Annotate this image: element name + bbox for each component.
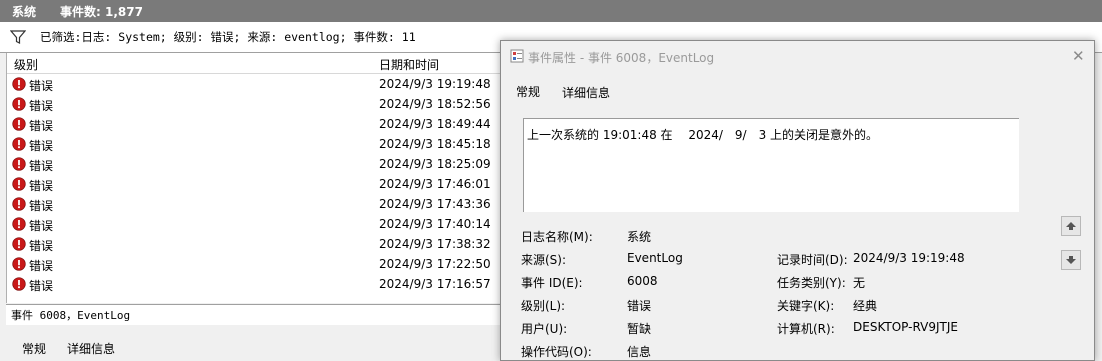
- event-list[interactable]: 级别 日期和时间 错误 2024/9/3 19:19:48 错误 2024/9/3 1…: [6, 53, 502, 303]
- table-row[interactable]: 错误 2024/9/3 19:19:48: [7, 74, 501, 94]
- row-datetime: 2024/9/3 18:49:44: [379, 117, 491, 131]
- row-datetime: 2024/9/3 17:46:01: [379, 177, 491, 191]
- selected-event-label: 事件 6008，EventLog: [11, 309, 131, 322]
- row-level: 错误: [29, 219, 54, 233]
- dialog-tab-general[interactable]: 常规: [516, 83, 540, 100]
- row-level: 错误: [29, 159, 54, 173]
- error-icon: [12, 217, 26, 231]
- event-rows: 错误 2024/9/3 19:19:48 错误 2024/9/3 18:52:56 错误…: [7, 74, 501, 294]
- log-title: 系统: [12, 4, 37, 19]
- event-properties-icon: [510, 49, 524, 63]
- error-icon: [12, 177, 26, 191]
- dialog-title-bar: 事件属性 - 事件 6008，EventLog ✕: [501, 41, 1094, 71]
- close-icon[interactable]: ✕: [1072, 47, 1085, 65]
- row-datetime: 2024/9/3 18:52:56: [379, 97, 491, 111]
- table-row[interactable]: 错误 2024/9/3 18:25:09: [7, 154, 501, 174]
- dialog-title: 事件属性 - 事件 6008，EventLog: [528, 51, 715, 65]
- list-header: 级别 日期和时间: [7, 53, 501, 74]
- row-datetime: 2024/9/3 18:25:09: [379, 157, 491, 171]
- opcode-label: 操作代码(O):: [521, 345, 592, 359]
- keywords-label: 关键字(K):: [777, 299, 835, 313]
- arrow-up-icon[interactable]: [1061, 216, 1081, 236]
- row-datetime: 2024/9/3 17:40:14: [379, 217, 491, 231]
- tab-general[interactable]: 常规: [22, 340, 46, 357]
- level-label: 级别(L):: [521, 299, 566, 313]
- table-row[interactable]: 错误 2024/9/3 17:22:50: [7, 254, 501, 274]
- level-value: 错误: [627, 299, 652, 313]
- task-category-value: 无: [853, 276, 866, 290]
- user-label: 用户(U):: [521, 322, 568, 336]
- tab-details[interactable]: 详细信息: [67, 340, 115, 357]
- row-level: 错误: [29, 239, 54, 253]
- source-value: EventLog: [627, 251, 683, 265]
- table-row[interactable]: 错误 2024/9/3 17:46:01: [7, 174, 501, 194]
- filter-description: 已筛选:日志: System; 级别: 错误; 来源: eventlog; 事件…: [40, 30, 416, 44]
- row-datetime: 2024/9/3 17:22:50: [379, 257, 491, 271]
- keywords-value: 经典: [853, 299, 878, 313]
- row-level: 错误: [29, 199, 54, 213]
- row-level: 错误: [29, 119, 54, 133]
- arrow-down-icon[interactable]: [1061, 250, 1081, 270]
- source-label: 来源(S):: [521, 253, 567, 267]
- row-datetime: 2024/9/3 17:43:36: [379, 197, 491, 211]
- opcode-value: 信息: [627, 345, 652, 359]
- log-name-label: 日志名称(M):: [521, 230, 593, 244]
- column-header-datetime[interactable]: 日期和时间: [379, 56, 439, 73]
- filter-icon: [10, 30, 26, 44]
- task-category-label: 任务类别(Y):: [777, 276, 846, 290]
- row-datetime: 2024/9/3 18:45:18: [379, 137, 491, 151]
- error-icon: [12, 77, 26, 91]
- error-icon: [12, 137, 26, 151]
- event-id-label: 事件 ID(E):: [521, 276, 583, 290]
- computer-value: DESKTOP-RV9JTJE: [853, 320, 958, 334]
- table-row[interactable]: 错误 2024/9/3 17:38:32: [7, 234, 501, 254]
- row-level: 错误: [29, 139, 54, 153]
- log-name-value: 系统: [627, 230, 652, 244]
- dialog-tab-details[interactable]: 详细信息: [562, 84, 610, 101]
- table-row[interactable]: 错误 2024/9/3 18:45:18: [7, 134, 501, 154]
- error-icon: [12, 97, 26, 111]
- row-level: 错误: [29, 79, 54, 93]
- error-icon: [12, 117, 26, 131]
- event-message-box[interactable]: 上一次系统的 19:01:48 在 2024/ 9/ 3 上的关闭是意外的。: [523, 118, 1019, 212]
- table-row[interactable]: 错误 2024/9/3 18:49:44: [7, 114, 501, 134]
- selected-event-bar: 事件 6008，EventLog: [6, 304, 500, 326]
- table-row[interactable]: 错误 2024/9/3 18:52:56: [7, 94, 501, 114]
- event-message: 上一次系统的 19:01:48 在 2024/ 9/ 3 上的关闭是意外的。: [527, 128, 879, 142]
- logged-value: 2024/9/3 19:19:48: [853, 251, 965, 265]
- table-row[interactable]: 错误 2024/9/3 17:40:14: [7, 214, 501, 234]
- row-level: 错误: [29, 279, 54, 293]
- error-icon: [12, 237, 26, 251]
- log-title-bar: 系统 事件数: 1,877: [0, 0, 1102, 22]
- row-datetime: 2024/9/3 17:16:57: [379, 277, 491, 291]
- error-icon: [12, 197, 26, 211]
- table-row[interactable]: 错误 2024/9/3 17:16:57: [7, 274, 501, 294]
- table-row[interactable]: 错误 2024/9/3 17:43:36: [7, 194, 501, 214]
- error-icon: [12, 157, 26, 171]
- error-icon: [12, 277, 26, 291]
- event-properties-dialog: 事件属性 - 事件 6008，EventLog ✕ 常规 详细信息 上一次系统的…: [500, 40, 1095, 361]
- logged-label: 记录时间(D):: [777, 253, 848, 267]
- row-datetime: 2024/9/3 17:38:32: [379, 237, 491, 251]
- event-count: 事件数: 1,877: [60, 4, 143, 19]
- computer-label: 计算机(R):: [777, 322, 835, 336]
- event-id-value: 6008: [627, 274, 658, 288]
- row-datetime: 2024/9/3 19:19:48: [379, 77, 491, 91]
- user-value: 暂缺: [627, 322, 652, 336]
- row-level: 错误: [29, 99, 54, 113]
- column-header-level[interactable]: 级别: [14, 56, 38, 73]
- bottom-tab-strip: 常规 详细信息: [6, 325, 500, 359]
- row-level: 错误: [29, 259, 54, 273]
- error-icon: [12, 257, 26, 271]
- row-level: 错误: [29, 179, 54, 193]
